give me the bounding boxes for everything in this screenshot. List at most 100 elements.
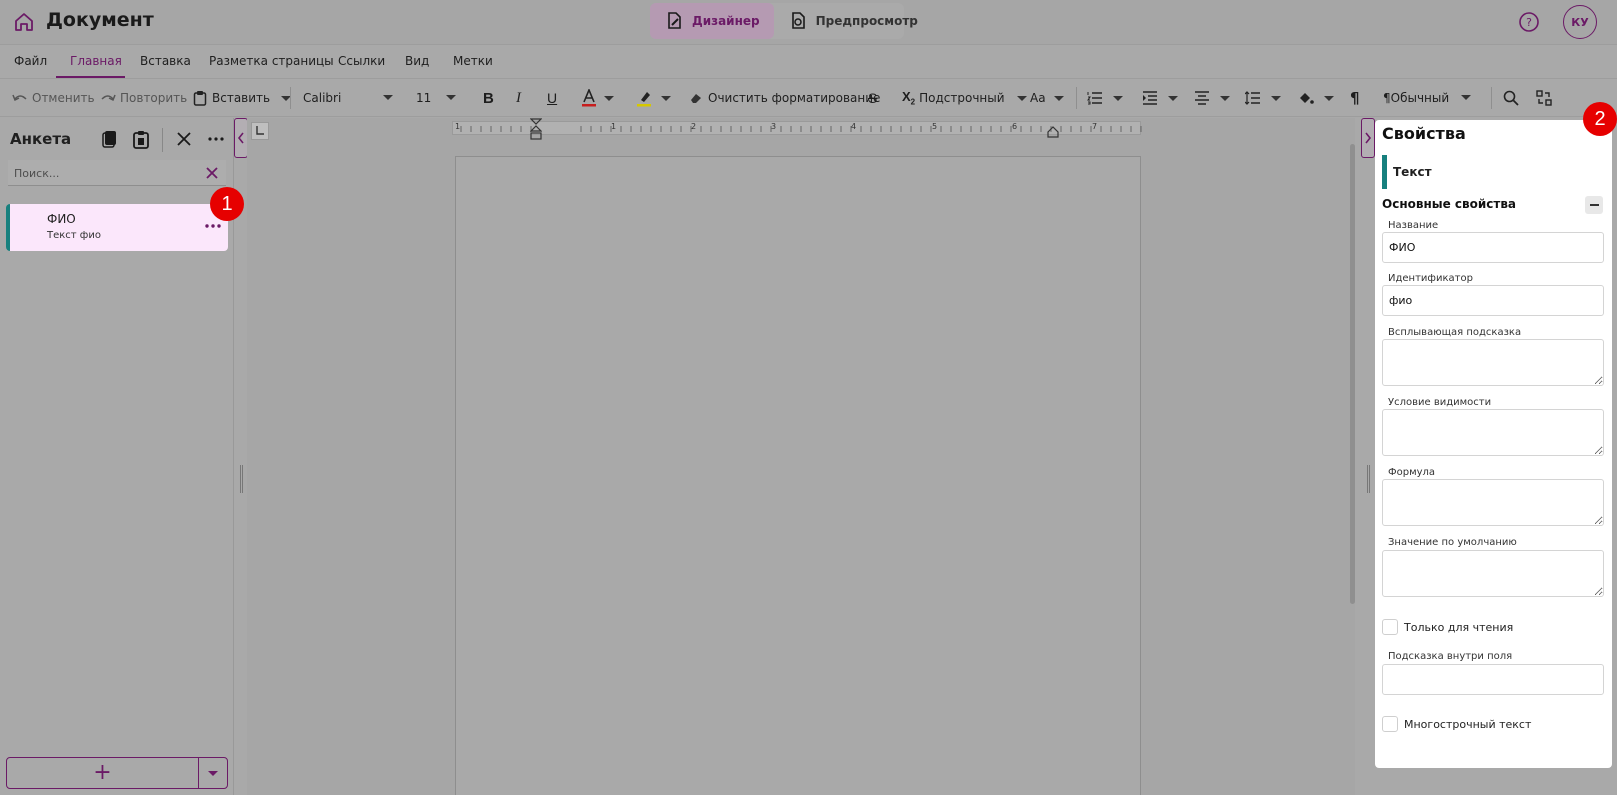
undo-button[interactable]: Отменить xyxy=(12,79,95,117)
align-center-icon xyxy=(1195,91,1209,105)
align-button[interactable] xyxy=(1194,79,1230,117)
vertical-scrollbar[interactable] xyxy=(1350,144,1355,604)
placeholder-input[interactable] xyxy=(1382,664,1604,695)
text-case-label: Аа xyxy=(1030,91,1046,105)
font-family-select[interactable]: Calibri xyxy=(303,79,393,117)
top-bar: Документ Дизайнер Предпросмотр ? КУ xyxy=(0,0,1617,44)
default-value-textarea[interactable] xyxy=(1382,550,1604,597)
redo-icon xyxy=(101,94,116,102)
underline-icon[interactable]: U xyxy=(547,79,557,117)
default-value-label: Значение по умолчанию xyxy=(1388,537,1517,548)
indent-button[interactable] xyxy=(1142,79,1178,117)
pilcrow-icon[interactable]: ¶ xyxy=(1350,79,1360,117)
redo-button[interactable]: Повторить xyxy=(100,79,187,117)
designer-mode-button[interactable]: Дизайнер xyxy=(650,3,774,39)
collapse-section-button[interactable] xyxy=(1585,196,1603,214)
chevron-left-icon xyxy=(237,132,244,144)
designer-icon xyxy=(668,12,681,29)
horizontal-ruler[interactable]: 1 1 2 3 4 5 6 7 xyxy=(452,121,1142,135)
font-color-button[interactable] xyxy=(582,79,614,117)
line-spacing-button[interactable] xyxy=(1245,79,1281,117)
bold-icon[interactable]: B xyxy=(483,79,494,117)
name-input[interactable] xyxy=(1382,232,1604,263)
tab-file[interactable]: Файл xyxy=(14,54,47,68)
readonly-checkbox[interactable]: Только для чтения xyxy=(1382,619,1513,635)
annotation-marker-1: 1 xyxy=(210,187,244,221)
ruler-number: 1 xyxy=(611,122,617,131)
document-page[interactable] xyxy=(455,156,1141,795)
italic-icon[interactable]: I xyxy=(516,79,521,117)
strikethrough-icon[interactable]: S xyxy=(868,79,877,117)
left-resize-handle[interactable] xyxy=(240,465,243,493)
properties-title: Свойства xyxy=(1382,124,1466,143)
add-field-button[interactable]: + xyxy=(6,757,199,789)
right-indent-marker-icon[interactable] xyxy=(1047,126,1059,138)
multiline-checkbox[interactable]: Многострочный текст xyxy=(1382,716,1531,732)
text-case-button[interactable]: Аа xyxy=(1030,79,1064,117)
font-size-select[interactable]: 11 xyxy=(416,79,456,117)
highlight-button[interactable] xyxy=(637,79,671,117)
ruler-number: 7 xyxy=(1092,122,1098,131)
collapse-right-panel-button[interactable] xyxy=(1361,118,1375,158)
section-title: Основные свойства xyxy=(1382,197,1517,211)
ruler-number: 3 xyxy=(771,122,777,131)
search-input[interactable] xyxy=(8,160,188,186)
tab-home[interactable]: Главная xyxy=(70,54,122,68)
checkbox-box[interactable] xyxy=(1382,716,1398,732)
clipboard-icon xyxy=(193,91,207,106)
ruler-number: 1 xyxy=(455,122,461,131)
clear-formatting-button[interactable]: Очистить форматирование xyxy=(690,79,880,117)
visibility-textarea[interactable] xyxy=(1382,409,1604,456)
more-options-icon[interactable] xyxy=(205,128,227,150)
list-button[interactable] xyxy=(1087,79,1123,117)
tab-references[interactable]: Ссылки xyxy=(338,54,385,68)
separator xyxy=(1491,87,1492,109)
tab-stop-selector[interactable] xyxy=(251,122,269,140)
tab-view[interactable]: Вид xyxy=(405,54,429,68)
tooltip-textarea[interactable] xyxy=(1382,339,1604,386)
tab-tags[interactable]: Метки xyxy=(453,54,493,68)
tab-page-layout[interactable]: Разметка страницы xyxy=(209,54,334,68)
paste-button[interactable]: Вставить xyxy=(193,79,292,117)
home-icon[interactable] xyxy=(12,10,36,34)
separator xyxy=(1076,87,1077,109)
formula-textarea[interactable] xyxy=(1382,479,1604,526)
field-list-item[interactable]: ФИО Текст фио xyxy=(6,204,228,251)
add-field-dropdown[interactable] xyxy=(198,757,228,789)
style-select[interactable]: ¶Обычный xyxy=(1383,79,1471,117)
identifier-input[interactable] xyxy=(1382,285,1604,316)
mode-switch: Дизайнер Предпросмотр xyxy=(650,3,918,39)
indent-marker-icon[interactable] xyxy=(530,118,542,142)
ruler-number: 4 xyxy=(851,122,857,131)
tab-insert[interactable]: Вставка xyxy=(140,54,191,68)
font-dropdown-caret xyxy=(383,95,393,100)
clear-search-icon[interactable] xyxy=(204,165,220,181)
subscript-button[interactable]: X2 Подстрочный xyxy=(902,79,1027,117)
font-color-caret xyxy=(604,95,614,101)
preview-mode-button[interactable]: Предпросмотр xyxy=(774,3,932,39)
replace-button[interactable] xyxy=(1536,79,1552,117)
readonly-label: Только для чтения xyxy=(1404,620,1514,634)
field-more-icon[interactable] xyxy=(203,219,223,233)
copy-icon[interactable] xyxy=(99,128,121,150)
collapse-left-panel-button[interactable] xyxy=(234,118,248,158)
close-icon[interactable] xyxy=(173,128,195,150)
search-button[interactable] xyxy=(1503,79,1519,117)
subscript-label: Подстрочный xyxy=(919,91,1005,105)
help-icon[interactable]: ? xyxy=(1518,11,1540,33)
fill-color-caret xyxy=(1324,95,1334,101)
preview-mode-label: Предпросмотр xyxy=(815,14,918,28)
document-title: Документ xyxy=(46,9,154,31)
checkbox-box[interactable] xyxy=(1382,619,1398,635)
style-value: ¶Обычный xyxy=(1383,91,1450,105)
ruler-ticks xyxy=(460,126,1142,132)
right-resize-handle[interactable] xyxy=(1367,465,1370,493)
fill-color-button[interactable] xyxy=(1298,79,1334,117)
paste-icon[interactable] xyxy=(130,128,152,150)
list-caret xyxy=(1113,95,1123,101)
chevron-down-icon xyxy=(208,770,218,776)
font-color-icon xyxy=(582,89,596,107)
highlighter-icon xyxy=(637,92,651,107)
user-avatar[interactable]: КУ xyxy=(1563,5,1597,39)
plus-icon: + xyxy=(93,760,112,785)
